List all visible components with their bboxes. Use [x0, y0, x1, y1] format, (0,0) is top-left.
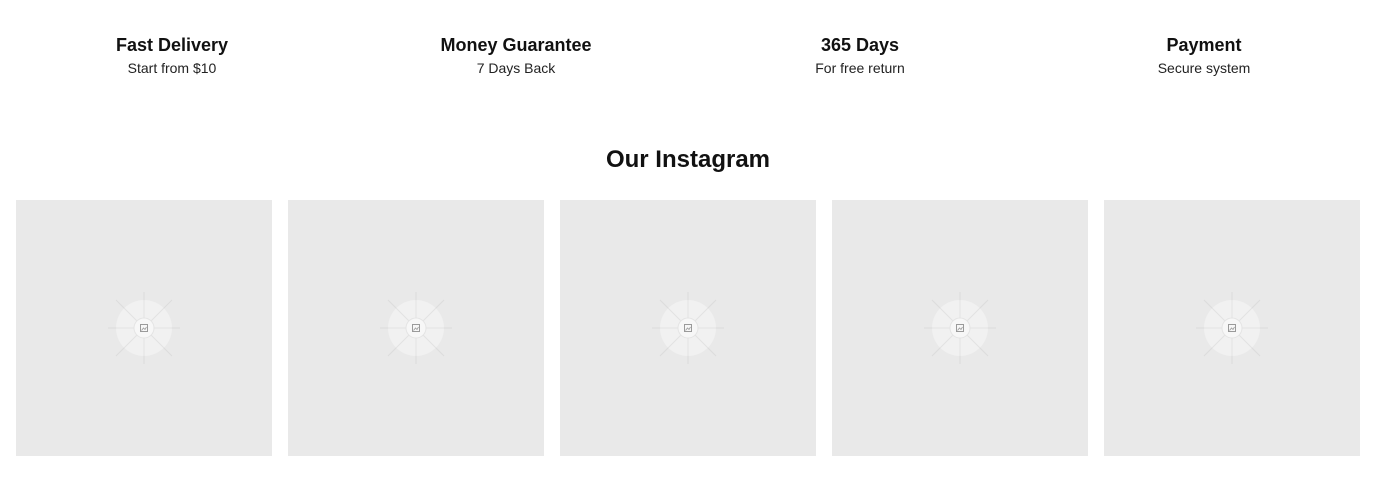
feature-title: Fast Delivery: [115, 35, 229, 55]
feature-subtitle: 7 Days Back: [476, 60, 556, 76]
feature-title: Money Guarantee: [440, 35, 592, 55]
feature-title: 365 Days: [820, 35, 900, 55]
feature-payment: Payment Secure system: [1032, 34, 1376, 77]
feature-title: Payment: [1166, 35, 1242, 55]
image-placeholder-icon: [1196, 292, 1268, 364]
instagram-gallery: [16, 200, 1360, 456]
image-placeholder-icon: [652, 292, 724, 364]
feature-365-days: 365 Days For free return: [688, 34, 1032, 77]
instagram-tile[interactable]: [288, 200, 544, 456]
image-placeholder-icon: [924, 292, 996, 364]
instagram-tile[interactable]: [1104, 200, 1360, 456]
feature-money-guarantee: Money Guarantee 7 Days Back: [344, 34, 688, 77]
features-bar: Fast Delivery Start from $10 Money Guara…: [0, 34, 1376, 77]
feature-subtitle: Secure system: [1157, 60, 1251, 76]
feature-fast-delivery: Fast Delivery Start from $10: [0, 34, 344, 77]
instagram-tile[interactable]: [560, 200, 816, 456]
instagram-tile[interactable]: [832, 200, 1088, 456]
image-placeholder-icon: [380, 292, 452, 364]
image-placeholder-icon: [108, 292, 180, 364]
feature-subtitle: For free return: [815, 60, 905, 76]
feature-subtitle: Start from $10: [127, 60, 217, 76]
instagram-tile[interactable]: [16, 200, 272, 456]
instagram-section-title: Our Instagram: [605, 146, 771, 173]
